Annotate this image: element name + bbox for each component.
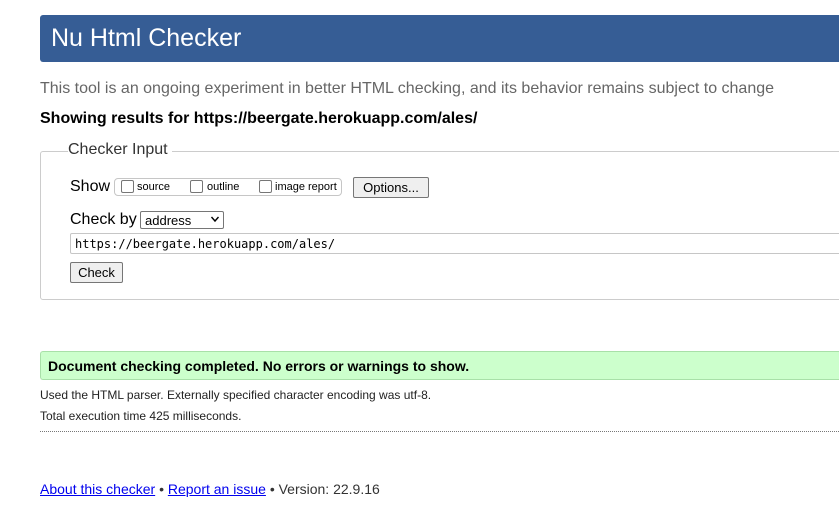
image-report-checkbox[interactable] bbox=[259, 180, 272, 193]
page: Nu Html Checker This tool is an ongoing … bbox=[0, 0, 839, 530]
check-button[interactable]: Check bbox=[70, 262, 123, 283]
success-message: Document checking completed. No errors o… bbox=[48, 358, 470, 374]
page-title: Nu Html Checker bbox=[51, 24, 242, 52]
options-button[interactable]: Options... bbox=[353, 177, 429, 198]
execution-time: Total execution time 425 milliseconds. bbox=[40, 409, 242, 423]
parser-info: Used the HTML parser. Externally specifi… bbox=[40, 388, 432, 402]
url-input[interactable]: https://beergate.herokuapp.com/ales/ bbox=[70, 233, 839, 254]
show-label: Show bbox=[70, 178, 111, 195]
header-banner: Nu Html Checker bbox=[40, 15, 839, 62]
footer: About this checker • Report an issue • V… bbox=[40, 481, 380, 497]
outline-checkbox-label[interactable]: outline bbox=[207, 181, 239, 193]
results-heading: Showing results for https://beergate.her… bbox=[40, 110, 478, 127]
source-checkbox-label[interactable]: source bbox=[137, 181, 170, 193]
check-by-select[interactable]: address bbox=[140, 211, 224, 229]
url-input-value: https://beergate.herokuapp.com/ales/ bbox=[75, 237, 336, 251]
outline-checkbox[interactable] bbox=[190, 180, 203, 193]
about-checker-link[interactable]: About this checker bbox=[40, 481, 155, 497]
footer-separator: • bbox=[159, 481, 164, 497]
check-by-label: Check by bbox=[70, 211, 137, 228]
divider bbox=[40, 431, 839, 432]
source-checkbox[interactable] bbox=[121, 180, 134, 193]
intro-text: This tool is an ongoing experiment in be… bbox=[40, 80, 775, 97]
version-text: Version: 22.9.16 bbox=[278, 481, 380, 497]
footer-separator: • bbox=[269, 481, 275, 497]
success-message-box: Document checking completed. No errors o… bbox=[40, 351, 839, 380]
checker-input-legend: Checker Input bbox=[68, 141, 172, 159]
image-report-checkbox-label[interactable]: image report bbox=[275, 181, 337, 193]
chevron-down-icon bbox=[210, 216, 220, 223]
check-by-selected-value: address bbox=[145, 213, 192, 228]
report-issue-link[interactable]: Report an issue bbox=[168, 481, 266, 497]
